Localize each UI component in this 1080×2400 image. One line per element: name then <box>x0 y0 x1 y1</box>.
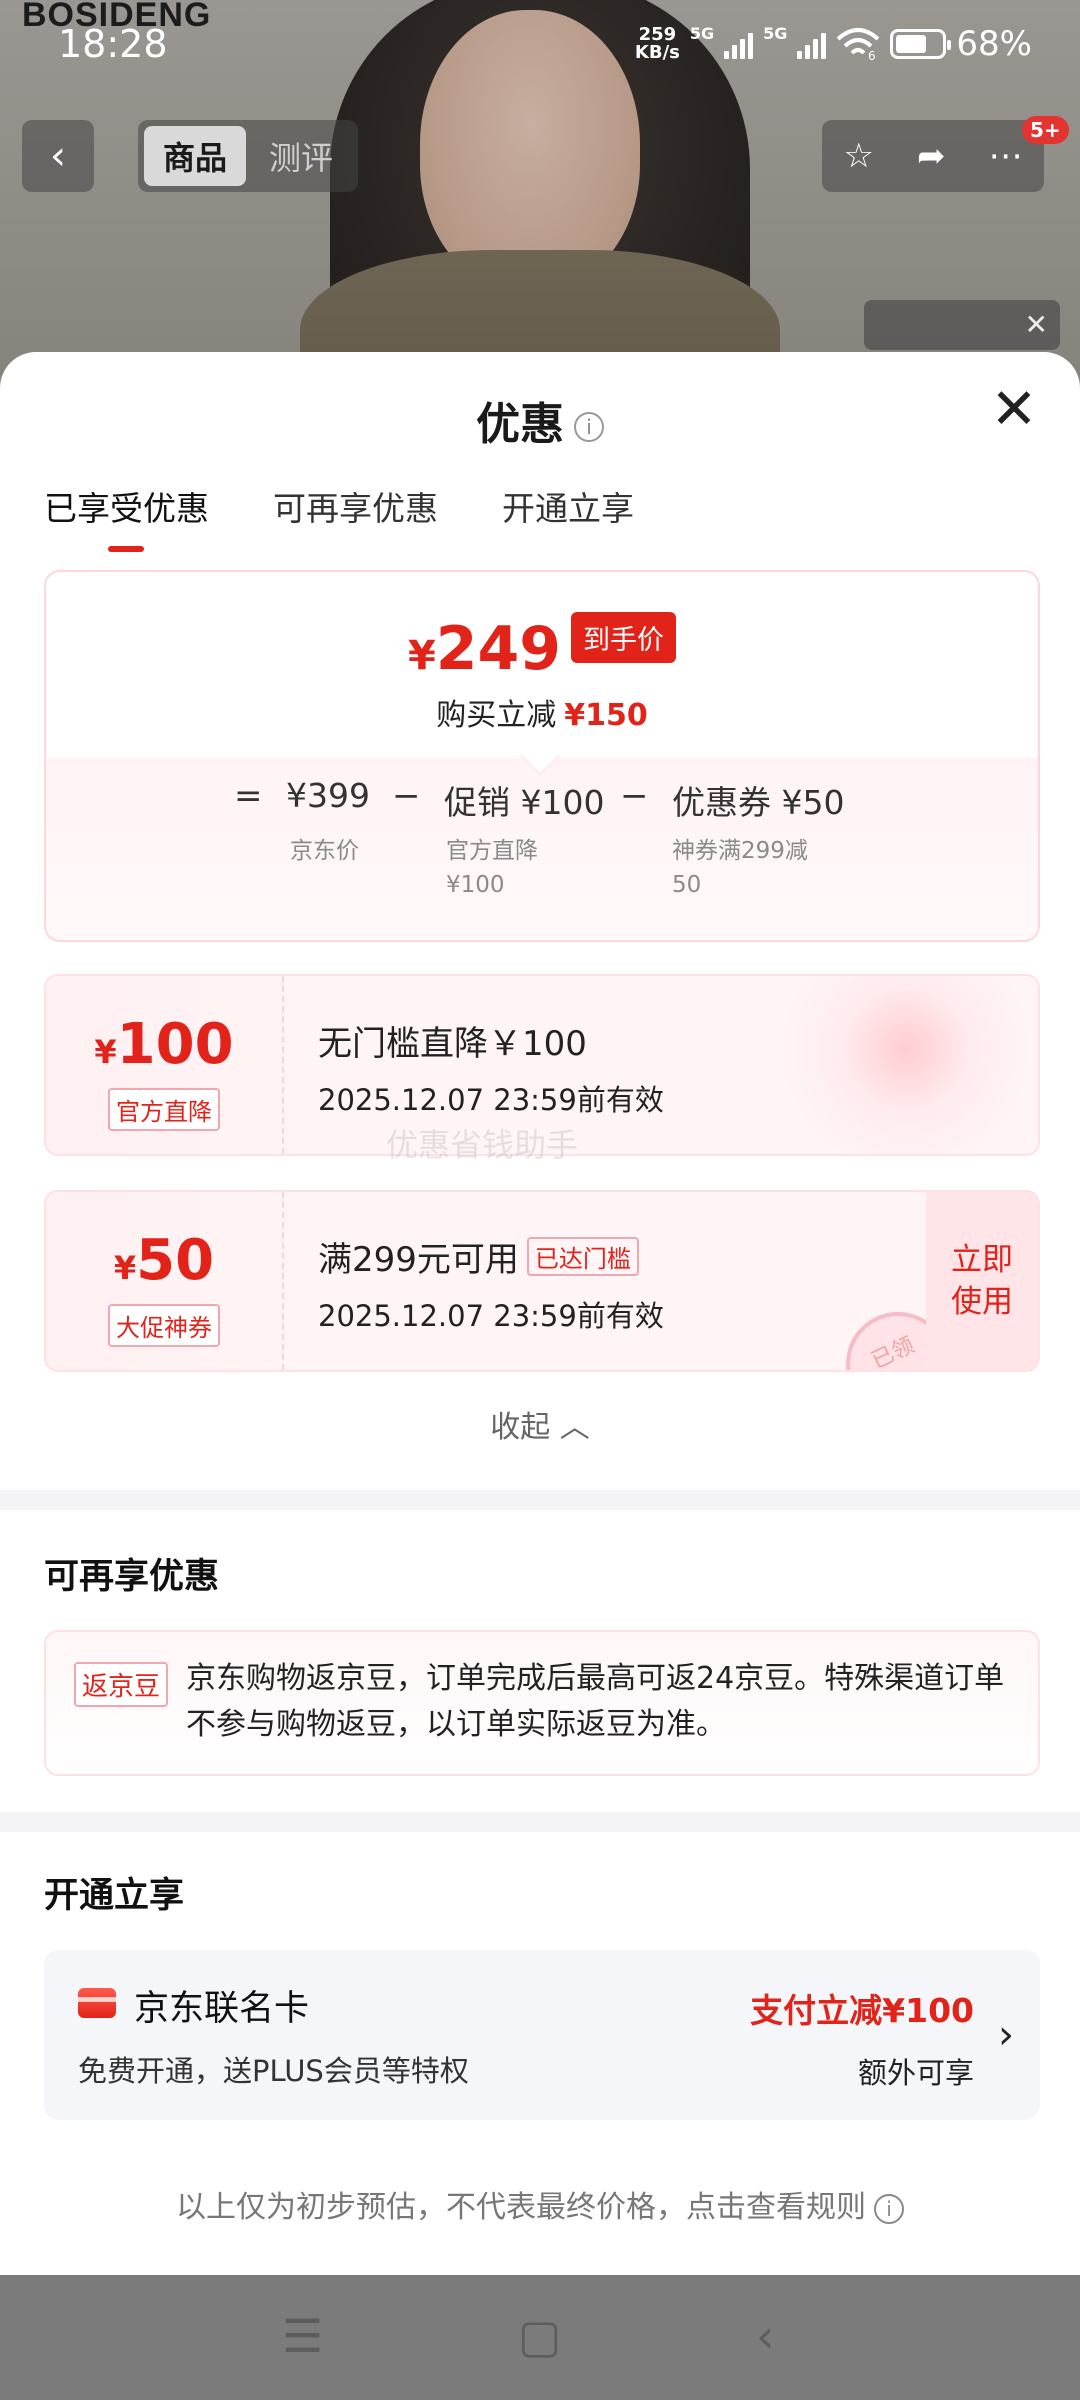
chevron-right-icon: › <box>998 2012 1014 2058</box>
open-offers-title: 开通立享 <box>44 1876 185 1916</box>
tab-product[interactable]: 商品 <box>144 126 246 186</box>
close-icon[interactable]: ✕ <box>1025 308 1048 341</box>
share-icon[interactable]: ➦ <box>917 136 946 176</box>
use-now-button[interactable]: 立即 使用 <box>926 1192 1038 1370</box>
floating-banner: ✕ <box>864 300 1060 350</box>
card-icon <box>78 1988 116 2018</box>
jd-bean-rebate-card: 返京豆 京东购物返京豆，订单完成后最高可返24京豆。特殊渠道订单不参与购物返豆，… <box>44 1630 1040 1776</box>
final-price-tag: 到手价 <box>571 612 677 663</box>
tab-enjoyed[interactable]: 已享受优惠 <box>44 482 209 552</box>
discount-tabs: 已享受优惠 可再享优惠 开通立享 <box>44 482 634 552</box>
sim2-label: 5G <box>763 24 788 43</box>
promo-amount: 促销 ¥100 <box>444 783 605 822</box>
notification-badge: 5+ <box>1022 116 1069 144</box>
tab-more[interactable]: 可再享优惠 <box>273 482 438 552</box>
status-bar: 18:28 259 KB/s 5G 5G 6 68% <box>0 0 1080 90</box>
back-icon: ‹ <box>50 133 66 179</box>
close-button[interactable]: ✕ <box>988 382 1040 438</box>
wifi-icon: 6 <box>837 28 880 61</box>
star-icon[interactable]: ☆ <box>844 136 874 176</box>
coupon-amount: ¥50 <box>113 1228 215 1293</box>
card-description: 免费开通，送PLUS会员等特权 <box>78 2054 469 2088</box>
minus-sign: − <box>392 776 421 816</box>
collapse-button[interactable]: 收起 ︿ <box>0 1402 1080 1446</box>
info-icon: i <box>874 2193 904 2224</box>
threshold-reached-badge: 已达门槛 <box>526 1237 639 1276</box>
card-extra-label: 额外可享 <box>857 2056 974 2090</box>
signal-icon <box>797 29 827 59</box>
info-icon[interactable]: i <box>574 412 604 442</box>
coupon-amount: 优惠券 ¥50 <box>672 783 845 822</box>
menu-icon[interactable]: ☰ <box>282 2309 323 2363</box>
status-indicators: 259 KB/s 5G 5G 6 68% <box>635 24 1032 64</box>
coupon-title: 无门槛直降￥100 <box>318 1024 587 1064</box>
watermark: 优惠省钱助手 <box>386 1126 579 1164</box>
reduce-line: 购买立减 ¥150 <box>436 698 648 733</box>
co-branded-card-offer[interactable]: 京东联名卡 免费开通，送PLUS会员等特权 支付立减¥100 额外可享 › <box>44 1950 1040 2120</box>
product-actions: ☆ ➦ ⋯ <box>822 120 1044 192</box>
rules-note[interactable]: 以上仅为初步预估，不代表最终价格，点击查看规则 i <box>0 2182 1080 2226</box>
net-speed: 259 KB/s <box>634 24 680 63</box>
nav-back-icon[interactable]: ‹ <box>756 2309 774 2363</box>
system-nav-bar: ☰ ▢ ‹ <box>0 2275 1080 2400</box>
coupon-type-label: 大促神券 <box>108 1304 220 1347</box>
product-tab-switch: 商品 测评 <box>138 120 358 192</box>
final-price: ¥249 到手价 <box>46 612 1038 684</box>
sheet-title: 优惠 i <box>0 388 1080 452</box>
coupon-validity: 2025.12.07 23:59前有效 <box>318 1299 664 1333</box>
sim1-label: 5G <box>689 24 715 43</box>
jd-price: ¥399 <box>286 776 370 815</box>
coupon-promo: ¥50 大促神券 满299元可用 已达门槛 2025.12.07 23:59前有效… <box>44 1190 1040 1372</box>
card-name: 京东联名卡 <box>134 1989 310 2029</box>
card-offer-amount: 支付立减¥100 <box>750 1991 974 2030</box>
equals-sign: = <box>234 776 263 816</box>
rebate-text: 京东购物返京豆，订单完成后最高可返24京豆。特殊渠道订单不参与购物返豆，以订单实… <box>186 1661 1005 1742</box>
discount-sheet: 优惠 i ✕ 已享受优惠 可再享优惠 开通立享 ¥249 到手价 购买立减 ¥150 … <box>0 352 1080 2275</box>
coupon-type-label: 官方直降 <box>108 1088 220 1131</box>
product-nav: ‹ 商品 测评 ☆ ➦ ⋯ 5+ <box>0 116 1080 192</box>
tab-review[interactable]: 测评 <box>250 126 352 186</box>
back-button[interactable]: ‹ <box>22 120 94 192</box>
battery-percent: 68% <box>956 24 1032 64</box>
coupon-validity: 2025.12.07 23:59前有效 <box>318 1083 664 1117</box>
status-time: 18:28 <box>58 22 168 66</box>
minus-sign: − <box>620 776 649 816</box>
battery-icon <box>890 29 952 59</box>
rebate-tag: 返京豆 <box>74 1662 169 1707</box>
tab-open[interactable]: 开通立享 <box>502 482 634 552</box>
chevron-up-icon: ︿ <box>559 1410 590 1445</box>
signal-icon <box>724 29 754 59</box>
price-formula: = ¥399 京东价 − 促销 ¥100 官方直降 ¥100 − 优惠券 ¥50 … <box>46 758 1038 940</box>
section-divider <box>0 1812 1080 1832</box>
home-icon[interactable]: ▢ <box>518 2309 561 2363</box>
section-divider <box>0 1490 1080 1510</box>
price-summary-card: ¥249 到手价 购买立减 ¥150 = ¥399 京东价 − 促销 ¥100 官方… <box>44 570 1040 942</box>
coupon-title: 满299元可用 <box>318 1240 519 1280</box>
more-offers-title: 可再享优惠 <box>44 1557 220 1597</box>
svg-text:6: 6 <box>868 49 876 61</box>
more-icon[interactable]: ⋯ <box>988 136 1022 176</box>
close-icon: ✕ <box>990 377 1038 442</box>
coupon-amount: ¥100 <box>94 1012 234 1077</box>
firework-decoration <box>726 976 1026 1154</box>
